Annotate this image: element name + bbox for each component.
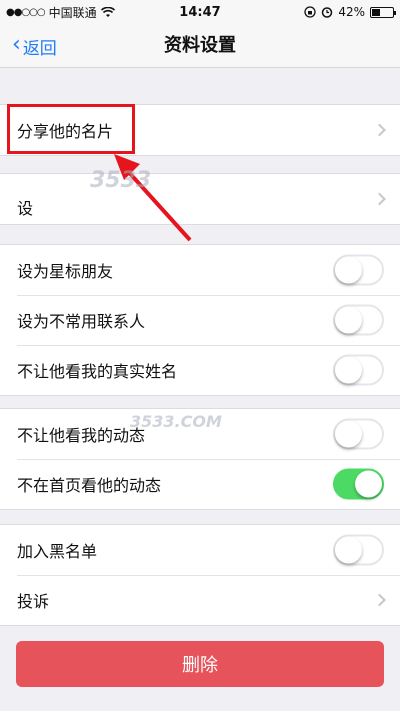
report-row[interactable]: 投诉 <box>0 575 400 625</box>
chevron-right-icon <box>373 123 386 137</box>
battery-level-fill <box>372 8 381 16</box>
chevron-right-icon <box>373 593 386 607</box>
toggle-knob <box>335 536 362 564</box>
status-bar: ●●○○○ 中国联通 14:47 42% <box>0 0 400 24</box>
row-label: 不在首页看他的动态 <box>17 476 162 495</box>
moments-privacy-group: 不让他看我的动态 不在首页看他的动态 <box>0 408 400 510</box>
toggle-knob <box>335 306 362 334</box>
navigation-bar: ‹ 返回 资料设置 <box>0 24 400 68</box>
hide-my-moments-row: 不让他看我的动态 <box>0 409 400 459</box>
hide-real-name-row: 不让他看我的真实姓名 <box>0 345 400 395</box>
rotation-lock-icon <box>304 6 316 18</box>
delete-contact-button[interactable]: 删除 <box>16 641 384 687</box>
hide-his-moments-toggle[interactable] <box>333 468 384 500</box>
row-label: 不让他看我的真实姓名 <box>17 362 178 381</box>
toggle-knob <box>355 470 382 498</box>
page-title: 资料设置 <box>164 35 236 56</box>
star-friend-toggle[interactable] <box>333 254 384 286</box>
share-card-group: 分享他的名片 <box>0 104 400 156</box>
row-label: 加入黑名单 <box>17 542 98 561</box>
contact-options-group: 设为星标朋友 设为不常用联系人 不让他看我的真实姓名 <box>0 244 400 396</box>
hide-his-moments-row: 不在首页看他的动态 <box>0 459 400 509</box>
alarm-clock-icon <box>322 7 333 18</box>
block-report-group: 加入黑名单 投诉 <box>0 524 400 626</box>
toggle-knob <box>335 256 362 284</box>
star-friend-row: 设为星标朋友 <box>0 245 400 295</box>
battery-percent: 42% <box>338 5 365 19</box>
blacklist-row: 加入黑名单 <box>0 525 400 575</box>
toggle-knob <box>335 420 362 448</box>
blacklist-toggle[interactable] <box>333 534 384 566</box>
remark-group: 设 <box>0 173 400 225</box>
toggle-knob <box>335 356 362 384</box>
share-card-row[interactable]: 分享他的名片 <box>0 105 400 155</box>
uncommon-contact-row: 设为不常用联系人 <box>0 295 400 345</box>
hide-real-name-toggle[interactable] <box>333 354 384 386</box>
row-label: 设为星标朋友 <box>17 262 114 281</box>
row-label: 不让他看我的动态 <box>17 426 146 445</box>
row-label: 设 <box>17 199 34 218</box>
status-right: 42% <box>304 5 396 19</box>
battery-icon <box>370 6 396 18</box>
uncommon-contact-toggle[interactable] <box>333 304 384 336</box>
row-label: 投诉 <box>17 592 50 611</box>
row-label: 分享他的名片 <box>17 122 114 141</box>
chevron-right-icon <box>373 192 386 206</box>
hide-my-moments-toggle[interactable] <box>333 418 384 450</box>
set-remark-row[interactable]: 设 <box>0 174 400 224</box>
phone-screen: ●●○○○ 中国联通 14:47 42% ‹ 返回 资料设置 分享他的名片 设 … <box>0 0 400 711</box>
pointer-arrow-icon <box>114 154 192 242</box>
row-label: 设为不常用联系人 <box>17 312 146 331</box>
